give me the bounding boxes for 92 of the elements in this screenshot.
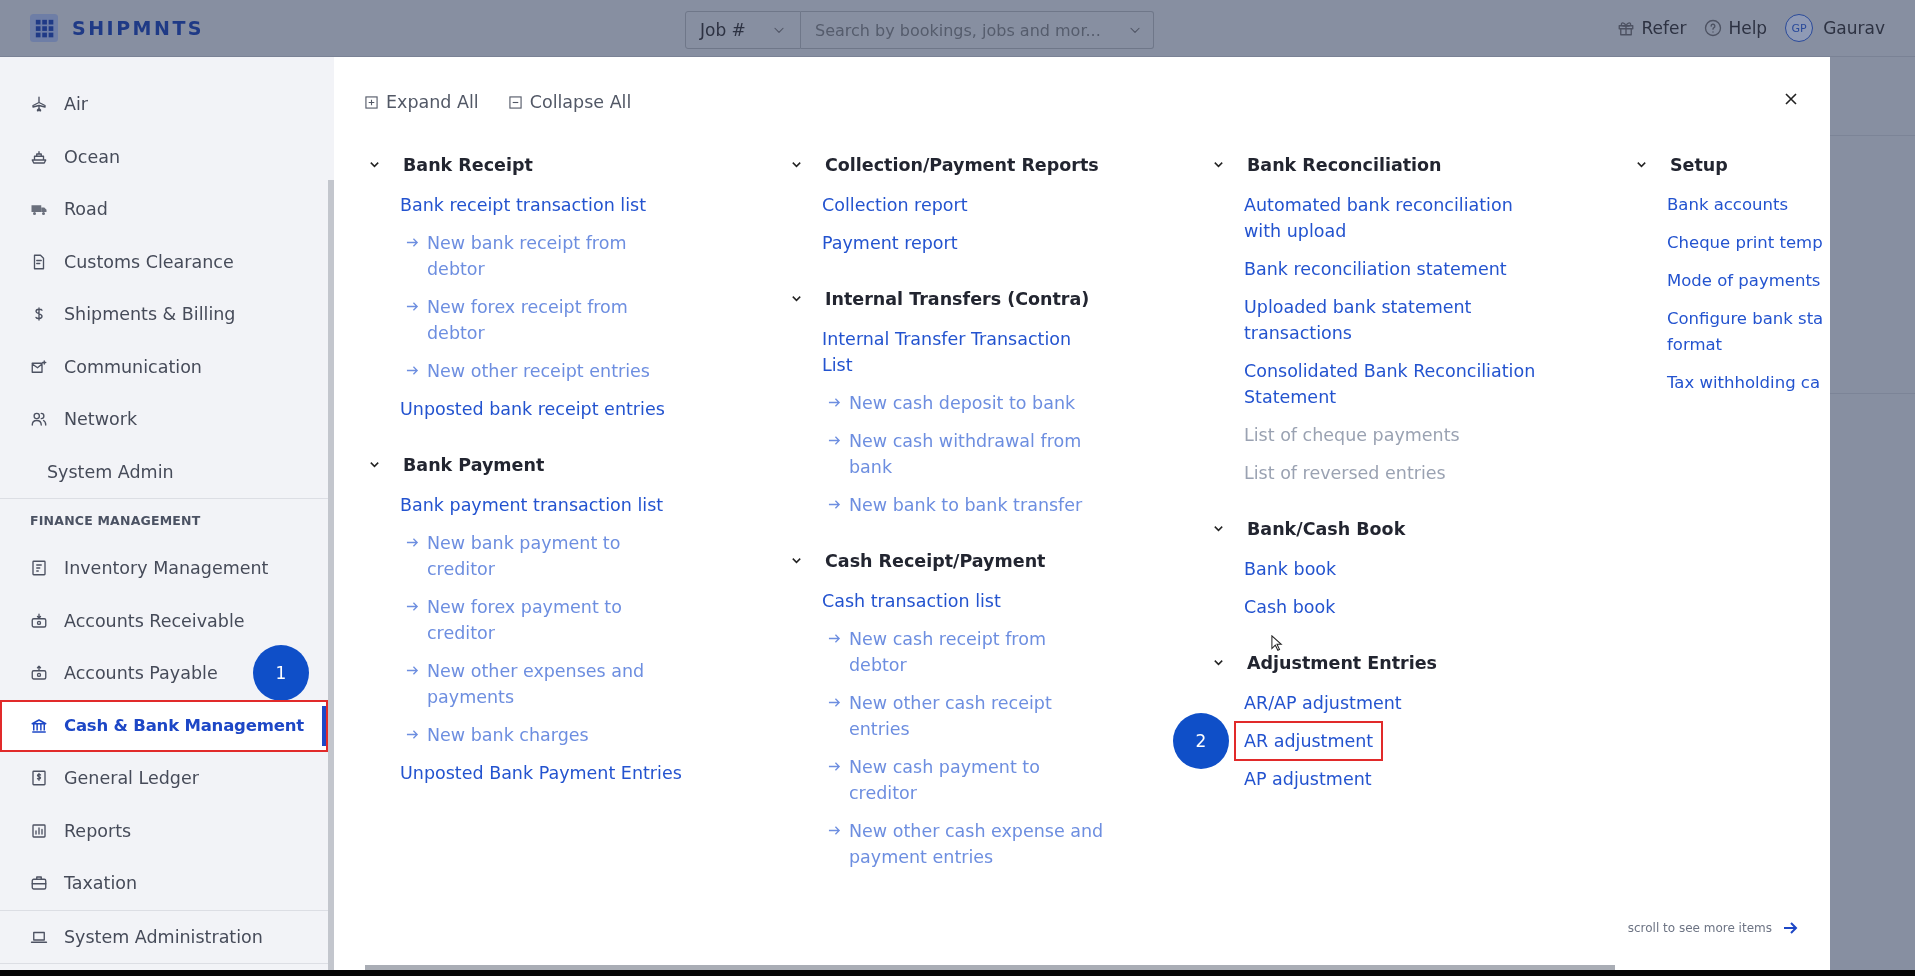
arrow-right-icon <box>828 760 841 773</box>
sidebar-item[interactable]: Inventory Management <box>0 542 328 595</box>
arrow-right-icon <box>406 728 419 741</box>
close-icon[interactable] <box>1784 92 1798 106</box>
minus-square-icon <box>508 95 522 109</box>
arrow-right-icon <box>406 236 419 249</box>
menu-link[interactable]: Payment report <box>822 230 958 256</box>
step-marker: 2 <box>1173 713 1229 769</box>
menu-link[interactable]: Cash book <box>1244 594 1336 620</box>
expand-all-button[interactable]: Expand All <box>365 92 479 112</box>
menu-link[interactable]: Collection report <box>822 192 968 218</box>
section-title: Internal Transfers (Contra) <box>825 288 1090 309</box>
gift-icon[interactable] <box>1617 19 1636 37</box>
sidebar-item[interactable]: Road <box>0 183 328 236</box>
menu-link[interactable]: Bank payment transaction list <box>400 492 664 518</box>
section-title: Setup <box>1670 154 1728 175</box>
menu-link[interactable]: Bank accounts <box>1667 192 1789 218</box>
menu-link[interactable]: AP adjustment <box>1244 766 1372 792</box>
menu-link[interactable]: Tax withholding ca <box>1667 370 1821 396</box>
scrollbar[interactable] <box>365 965 1615 970</box>
cash-box-icon <box>30 611 48 630</box>
briefcase-icon <box>30 874 48 893</box>
user-name[interactable]: Gaurav <box>1823 18 1885 38</box>
sidebar-item[interactable]: Network <box>0 393 328 446</box>
menu-link[interactable]: Configure bank sta format <box>1667 306 1829 358</box>
arrow-right-icon <box>406 600 419 613</box>
sidebar-item[interactable]: Ocean <box>0 130 328 183</box>
arrow-right-icon <box>406 364 419 377</box>
arrow-right-icon <box>406 300 419 313</box>
menu-link[interactable]: AR adjustment <box>1234 721 1384 761</box>
arrow-right-icon <box>828 632 841 645</box>
help-link[interactable]: Help <box>1728 18 1768 38</box>
scrollbar[interactable] <box>328 180 334 970</box>
sidebar-item[interactable]: Cash & Bank Management <box>0 699 328 752</box>
arrow-right-icon <box>406 664 419 677</box>
section-title: Bank/Cash Book <box>1247 518 1406 539</box>
sidebar-item[interactable]: System Administration <box>0 910 328 963</box>
section-heading: FINANCE MANAGEMENT <box>29 512 202 530</box>
arrow-right-icon <box>828 498 841 511</box>
chart-icon <box>30 821 48 840</box>
menu-link[interactable]: Consolidated Bank Reconciliation Statement <box>1244 358 1549 410</box>
menu-link[interactable]: Unposted bank receipt entries <box>400 396 665 422</box>
menu-link: List of cheque payments <box>1244 424 1460 447</box>
arrow-right-icon <box>828 396 841 409</box>
refer-link[interactable]: Refer <box>1641 18 1687 38</box>
menu-link[interactable]: Bank reconciliation statement <box>1244 256 1507 282</box>
ledger-icon <box>30 769 48 788</box>
menu-link: List of reversed entries <box>1244 462 1446 485</box>
search-type-dropdown[interactable]: Job # <box>685 11 801 49</box>
section-title: Bank Payment <box>403 454 545 475</box>
airplane-icon <box>30 95 48 114</box>
scroll-hint: scroll to see more items <box>1627 921 1772 935</box>
section-title: Bank Receipt <box>403 154 533 175</box>
collapse-all-button[interactable]: Collapse All <box>508 92 632 112</box>
sidebar-item[interactable]: Customs Clearance <box>0 235 328 288</box>
sidebar-item[interactable]: System Admin <box>0 445 328 498</box>
arrow-right-icon <box>828 696 841 709</box>
arrow-right-icon <box>828 824 841 837</box>
section-title: Collection/Payment Reports <box>825 154 1099 175</box>
menu-link[interactable]: Unposted Bank Payment Entries <box>400 760 682 786</box>
arrow-right-icon <box>406 536 419 549</box>
menu-link[interactable]: Mode of payments <box>1667 268 1821 294</box>
section-title: Cash Receipt/Payment <box>825 550 1046 571</box>
cash-box-icon <box>30 664 48 683</box>
step-marker: 1 <box>253 645 309 701</box>
sidebar-item[interactable]: Air <box>0 78 328 131</box>
bank-icon <box>30 716 48 735</box>
sidebar-item[interactable]: Communication <box>0 340 328 393</box>
section-title: Bank Reconciliation <box>1247 154 1442 175</box>
sidebar-item[interactable]: Accounts Receivable <box>0 594 328 647</box>
apps-grid-icon[interactable] <box>30 14 58 42</box>
menu-link[interactable]: Internal Transfer Transaction List <box>822 326 1084 378</box>
cursor-icon <box>1271 635 1283 652</box>
menu-link[interactable]: Uploaded bank statement transactions <box>1244 294 1549 346</box>
sidebar-item[interactable]: Taxation <box>0 857 328 910</box>
plus-square-icon <box>365 95 378 109</box>
sidebar-item[interactable]: Shipments & Billing <box>0 288 328 341</box>
arrow-right-icon <box>828 434 841 447</box>
users-icon <box>30 410 48 429</box>
menu-link[interactable]: Cheque print temp <box>1667 230 1823 256</box>
sidebar-item[interactable]: Reports <box>0 804 328 857</box>
envelope-icon <box>30 357 48 376</box>
sidebar-item[interactable]: General Ledger <box>0 752 328 805</box>
menu-link[interactable]: AR/AP adjustment <box>1244 690 1402 716</box>
section-title: Adjustment Entries <box>1247 652 1438 673</box>
menu-link[interactable]: Bank book <box>1244 556 1337 582</box>
menu-link[interactable]: Cash transaction list <box>822 588 1001 614</box>
active-indicator <box>322 705 326 746</box>
menu-link[interactable]: Bank receipt transaction list <box>400 192 646 218</box>
arrow-right-icon[interactable] <box>1782 920 1798 936</box>
inventory-icon <box>30 559 48 578</box>
menu-link[interactable]: Automated bank reconciliation with upload <box>1244 192 1549 244</box>
